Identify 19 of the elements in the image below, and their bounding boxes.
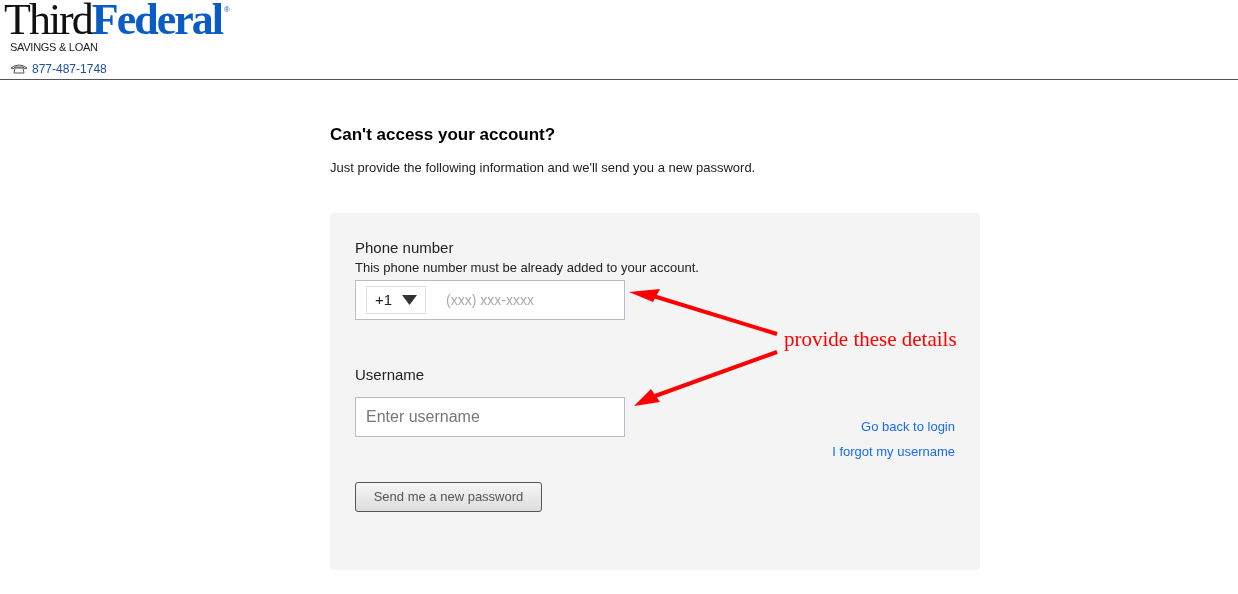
username-field[interactable]: Enter username	[355, 396, 625, 437]
phone-input[interactable]: (xxx) xxx-xxxx	[446, 289, 616, 311]
logo-wordmark-accent: Federal	[91, 0, 222, 42]
caret-icon	[402, 295, 418, 305]
page-subtitle: Just provide the following information and we'll send you a new password.	[330, 158, 757, 177]
field-hint: This phone number must be already added to your account.	[355, 259, 700, 276]
registered-mark: ®	[223, 6, 230, 14]
text-link[interactable]: I forgot my username	[832, 443, 955, 460]
phone-field[interactable]: +1 (xxx) xxx-xxxx	[355, 280, 625, 320]
country-code-select[interactable]: +1	[366, 286, 426, 314]
phone-link[interactable]: 877-487-1748	[32, 60, 107, 78]
page-title: Can't access your account?	[330, 124, 557, 146]
phone-icon	[10, 64, 28, 74]
annotation-text: provide these details	[784, 326, 957, 353]
field-label: Phone number	[355, 239, 455, 258]
logo-tagline: SAVINGS & LOAN	[10, 42, 99, 53]
text-link[interactable]: Go back to login	[861, 418, 955, 435]
logo-wordmark: Third	[4, 0, 92, 42]
field-label: Username	[355, 365, 426, 385]
